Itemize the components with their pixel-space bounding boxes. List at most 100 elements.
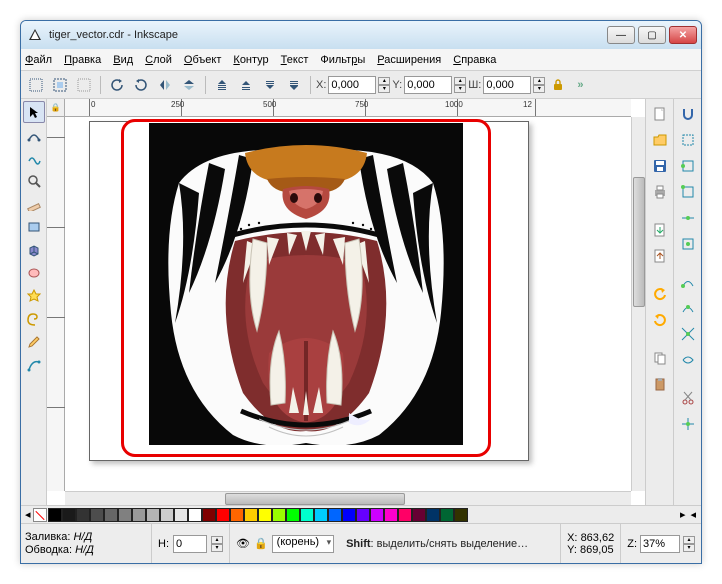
swatch-2[interactable]	[76, 508, 90, 522]
pencil-tool[interactable]	[23, 331, 45, 353]
swatch-3[interactable]	[90, 508, 104, 522]
swatch-29[interactable]	[454, 508, 468, 522]
rotate-ccw-icon[interactable]	[106, 74, 128, 96]
swatch-21[interactable]	[342, 508, 356, 522]
star-tool[interactable]	[23, 285, 45, 307]
swatch-16[interactable]	[272, 508, 286, 522]
raise-icon[interactable]	[235, 74, 257, 96]
swatch-23[interactable]	[370, 508, 384, 522]
selector-tool[interactable]	[23, 101, 45, 123]
spiral-tool[interactable]	[23, 308, 45, 330]
swatch-26[interactable]	[412, 508, 426, 522]
cut-icon[interactable]	[677, 387, 699, 409]
raise-top-icon[interactable]	[211, 74, 233, 96]
swatch-20[interactable]	[328, 508, 342, 522]
menu-edit[interactable]: Правка	[64, 54, 101, 66]
rect-tool[interactable]	[23, 216, 45, 238]
layer-selector[interactable]: (корень)	[272, 535, 334, 553]
swatch-22[interactable]	[356, 508, 370, 522]
swatch-13[interactable]	[230, 508, 244, 522]
flip-v-icon[interactable]	[178, 74, 200, 96]
scrollbar-vertical[interactable]	[631, 117, 645, 491]
swatch-9[interactable]	[174, 508, 188, 522]
import-icon[interactable]	[649, 219, 671, 241]
select-all-icon[interactable]	[49, 74, 71, 96]
snap-path-icon[interactable]	[677, 297, 699, 319]
swatch-25[interactable]	[398, 508, 412, 522]
ellipse-tool[interactable]	[23, 262, 45, 284]
menu-path[interactable]: Контур	[233, 54, 268, 66]
swatch-5[interactable]	[118, 508, 132, 522]
swatch-12[interactable]	[216, 508, 230, 522]
zoom-tool[interactable]	[23, 170, 45, 192]
ruler-origin[interactable]: 🔒	[47, 99, 65, 117]
palette-scroll-left[interactable]: ◂	[23, 508, 33, 521]
snap-edge-icon[interactable]	[677, 155, 699, 177]
swatch-none[interactable]	[33, 508, 47, 522]
menu-object[interactable]: Объект	[184, 54, 221, 66]
swatch-18[interactable]	[300, 508, 314, 522]
layer-lock-icon[interactable]: 🔒	[254, 537, 268, 550]
swatch-10[interactable]	[188, 508, 202, 522]
snap-icon[interactable]	[677, 103, 699, 125]
palette-menu-icon[interactable]: ◂	[687, 508, 699, 521]
snap-node-icon[interactable]	[677, 271, 699, 293]
layer-visibility-icon[interactable]: 👁	[236, 537, 250, 550]
swatch-0[interactable]	[48, 508, 62, 522]
lock-aspect-icon[interactable]	[547, 74, 569, 96]
y-spin-up[interactable]: ▴	[454, 77, 466, 85]
maximize-button[interactable]: ▢	[638, 26, 666, 44]
swatch-17[interactable]	[286, 508, 300, 522]
menu-layer[interactable]: Слой	[145, 54, 172, 66]
zoom-down[interactable]: ▾	[683, 544, 695, 552]
bezier-tool[interactable]	[23, 354, 45, 376]
snap-origin-icon[interactable]	[677, 413, 699, 435]
swatch-8[interactable]	[160, 508, 174, 522]
snap-smooth-icon[interactable]	[677, 349, 699, 371]
swatch-27[interactable]	[426, 508, 440, 522]
swatch-7[interactable]	[146, 508, 160, 522]
swatch-4[interactable]	[104, 508, 118, 522]
tweak-tool[interactable]	[23, 147, 45, 169]
x-spin-up[interactable]: ▴	[378, 77, 390, 85]
w-spin-up[interactable]: ▴	[533, 77, 545, 85]
swatch-19[interactable]	[314, 508, 328, 522]
swatch-28[interactable]	[440, 508, 454, 522]
w-spin-down[interactable]: ▾	[533, 85, 545, 93]
menu-file[interactable]: Файл	[25, 54, 52, 66]
lower-bottom-icon[interactable]	[283, 74, 305, 96]
scrollbar-horizontal[interactable]	[65, 491, 631, 505]
swatch-24[interactable]	[384, 508, 398, 522]
swatch-11[interactable]	[202, 508, 216, 522]
swatch-6[interactable]	[132, 508, 146, 522]
opacity-input[interactable]: 0	[173, 535, 207, 553]
palette-scroll-right[interactable]: ▸	[678, 508, 688, 521]
ruler-horizontal[interactable]: 0 250 500 750 1000 12	[65, 99, 631, 117]
new-doc-icon[interactable]	[649, 103, 671, 125]
rotate-cw-icon[interactable]	[130, 74, 152, 96]
copy-icon[interactable]	[649, 347, 671, 369]
export-icon[interactable]	[649, 245, 671, 267]
snap-intersection-icon[interactable]	[677, 323, 699, 345]
toolbar-overflow-icon[interactable]: »	[571, 79, 589, 91]
minimize-button[interactable]: —	[607, 26, 635, 44]
swatch-14[interactable]	[244, 508, 258, 522]
select-all-layers-icon[interactable]	[25, 74, 47, 96]
snap-center-icon[interactable]	[677, 233, 699, 255]
zoom-input[interactable]: 37%	[640, 535, 680, 553]
undo-icon[interactable]	[649, 283, 671, 305]
redo-icon[interactable]	[649, 309, 671, 331]
print-icon[interactable]	[649, 181, 671, 203]
menu-filters[interactable]: Фильтры	[320, 54, 365, 66]
y-spin-down[interactable]: ▾	[454, 85, 466, 93]
snap-midpoint-icon[interactable]	[677, 207, 699, 229]
flip-h-icon[interactable]	[154, 74, 176, 96]
menu-help[interactable]: Справка	[453, 54, 496, 66]
deselect-icon[interactable]	[73, 74, 95, 96]
snap-bbox-icon[interactable]	[677, 129, 699, 151]
close-button[interactable]: ✕	[669, 26, 697, 44]
swatch-15[interactable]	[258, 508, 272, 522]
menu-text[interactable]: Текст	[281, 54, 309, 66]
menu-view[interactable]: Вид	[113, 54, 133, 66]
x-input[interactable]: 0,000	[328, 76, 376, 94]
